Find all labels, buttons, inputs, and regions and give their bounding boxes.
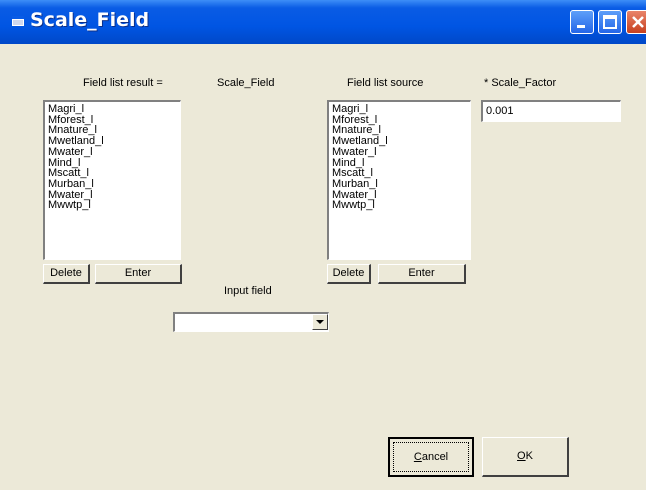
window-title: Scale_Field [30,9,150,31]
scale-factor-input[interactable]: 0.001 [481,100,621,122]
minimize-icon [577,25,585,28]
result-enter-button[interactable]: Enter [95,264,182,284]
field-list-result-label: Field list result = [83,77,163,89]
list-item[interactable]: Mwwtp_l [48,200,177,211]
list-item[interactable]: Mwwtp_l [332,200,467,211]
cancel-button[interactable]: Cancel [388,437,474,477]
dropdown-button[interactable] [312,314,328,330]
list-item[interactable]: Mwater_l [48,146,177,158]
ok-button[interactable]: OK [482,437,569,477]
ok-label: K [525,450,533,462]
close-button[interactable] [626,10,646,34]
title-bar[interactable]: Scale_Field [0,0,646,44]
input-field-label: Input field [224,285,272,297]
field-list-result[interactable]: Magri_l Mforest_l Mnature_l Mwetland_l Mwate… [43,100,181,260]
source-enter-button[interactable]: Enter [378,264,466,284]
ok-mnemonic: O [517,450,526,462]
maximize-icon [603,15,617,29]
result-delete-button[interactable]: Delete [43,264,90,284]
chevron-down-icon [316,320,324,324]
source-delete-button[interactable]: Delete [327,264,371,284]
scale-factor-label: * Scale_Factor [484,77,557,89]
close-icon [632,16,644,28]
list-item[interactable]: Mwater_l [332,146,467,158]
focus-rectangle [393,442,469,472]
field-list-source[interactable]: Magri_l Mforest_l Mnature_l Mwetland_l Mwate… [327,100,471,260]
maximize-button[interactable] [598,10,622,34]
scale-field-label: Scale_Field [217,77,275,89]
window-icon [12,16,24,26]
field-list-source-label: Field list source [347,77,424,89]
minimize-button[interactable] [570,10,594,34]
input-field-combobox[interactable] [173,312,329,332]
